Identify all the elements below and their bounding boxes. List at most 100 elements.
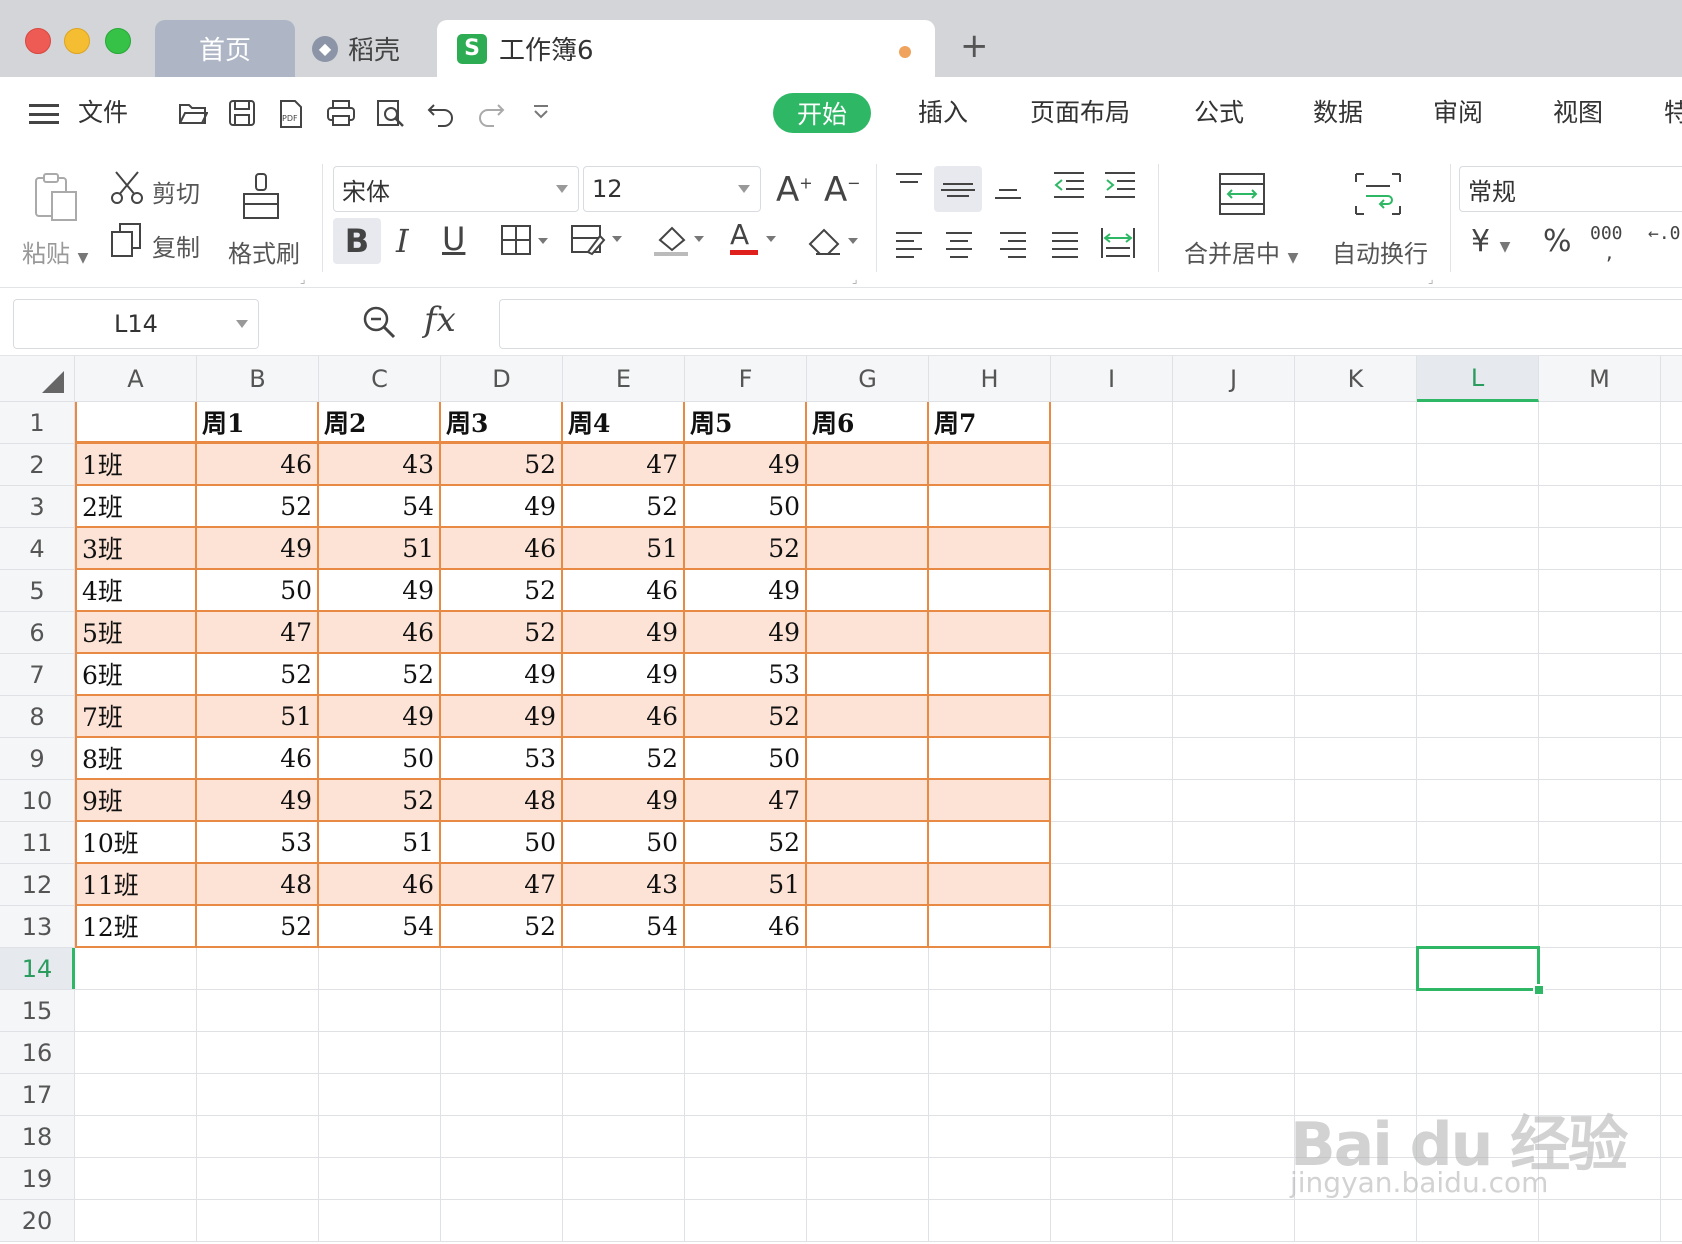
cell-c19[interactable] bbox=[319, 1158, 441, 1200]
row-header-9[interactable]: 9 bbox=[0, 738, 75, 780]
cell-n17[interactable] bbox=[1661, 1074, 1682, 1116]
cell-a1[interactable] bbox=[75, 402, 197, 444]
cell-n11[interactable] bbox=[1661, 822, 1682, 864]
cell-i7[interactable] bbox=[1051, 654, 1173, 696]
redo-icon[interactable] bbox=[474, 99, 508, 134]
distributed-align-icon[interactable] bbox=[1100, 226, 1136, 264]
cell-g10[interactable] bbox=[807, 780, 929, 822]
cell-g12[interactable] bbox=[807, 864, 929, 906]
align-right-icon[interactable] bbox=[998, 230, 1028, 264]
cell-h7[interactable] bbox=[929, 654, 1051, 696]
cell-f11[interactable]: 52 bbox=[685, 822, 807, 864]
cell-c2[interactable]: 43 bbox=[319, 444, 441, 486]
cell-n4[interactable] bbox=[1661, 528, 1682, 570]
paste-icon[interactable] bbox=[32, 172, 80, 226]
percent-button[interactable]: % bbox=[1543, 224, 1572, 259]
row-header-13[interactable]: 13 bbox=[0, 906, 75, 948]
cell-k16[interactable] bbox=[1295, 1032, 1417, 1074]
justify-icon[interactable] bbox=[1050, 230, 1080, 264]
cell-j8[interactable] bbox=[1173, 696, 1295, 738]
cell-g13[interactable] bbox=[807, 906, 929, 948]
cell-c17[interactable] bbox=[319, 1074, 441, 1116]
cell-b15[interactable] bbox=[197, 990, 319, 1032]
cell-e4[interactable]: 51 bbox=[563, 528, 685, 570]
cell-d16[interactable] bbox=[441, 1032, 563, 1074]
cell-f1[interactable]: 周5 bbox=[685, 402, 807, 444]
row-header-20[interactable]: 20 bbox=[0, 1200, 75, 1242]
cell-i8[interactable] bbox=[1051, 696, 1173, 738]
cell-j14[interactable] bbox=[1173, 948, 1295, 990]
cell-a3[interactable]: 2班 bbox=[75, 486, 197, 528]
cell-b17[interactable] bbox=[197, 1074, 319, 1116]
cell-d14[interactable] bbox=[441, 948, 563, 990]
row-header-17[interactable]: 17 bbox=[0, 1074, 75, 1116]
column-header-d[interactable]: D bbox=[441, 356, 563, 402]
cell-k7[interactable] bbox=[1295, 654, 1417, 696]
cell-f15[interactable] bbox=[685, 990, 807, 1032]
undo-icon[interactable] bbox=[424, 99, 458, 134]
cell-d11[interactable]: 50 bbox=[441, 822, 563, 864]
cell-i5[interactable] bbox=[1051, 570, 1173, 612]
cell-n19[interactable] bbox=[1661, 1158, 1682, 1200]
borders-icon[interactable] bbox=[500, 224, 554, 262]
clear-eraser-icon[interactable] bbox=[806, 224, 862, 262]
font-size-dropdown[interactable]: 12 bbox=[583, 166, 761, 212]
cell-i11[interactable] bbox=[1051, 822, 1173, 864]
cell-a9[interactable]: 8班 bbox=[75, 738, 197, 780]
cell-m4[interactable] bbox=[1539, 528, 1661, 570]
row-header-7[interactable]: 7 bbox=[0, 654, 75, 696]
row-header-11[interactable]: 11 bbox=[0, 822, 75, 864]
cell-i14[interactable] bbox=[1051, 948, 1173, 990]
cell-a20[interactable] bbox=[75, 1200, 197, 1242]
cell-a5[interactable]: 4班 bbox=[75, 570, 197, 612]
cell-l8[interactable] bbox=[1417, 696, 1539, 738]
cell-l13[interactable] bbox=[1417, 906, 1539, 948]
cell-k5[interactable] bbox=[1295, 570, 1417, 612]
cell-g3[interactable] bbox=[807, 486, 929, 528]
font-name-dropdown[interactable]: 宋体 bbox=[333, 166, 579, 212]
cell-j2[interactable] bbox=[1173, 444, 1295, 486]
cell-e17[interactable] bbox=[563, 1074, 685, 1116]
copy-button[interactable]: 复制 bbox=[152, 228, 200, 263]
cell-d8[interactable]: 49 bbox=[441, 696, 563, 738]
cell-j10[interactable] bbox=[1173, 780, 1295, 822]
cell-e19[interactable] bbox=[563, 1158, 685, 1200]
cell-a7[interactable]: 6班 bbox=[75, 654, 197, 696]
cell-h14[interactable] bbox=[929, 948, 1051, 990]
cell-g7[interactable] bbox=[807, 654, 929, 696]
cell-i15[interactable] bbox=[1051, 990, 1173, 1032]
cell-g4[interactable] bbox=[807, 528, 929, 570]
cell-f6[interactable]: 49 bbox=[685, 612, 807, 654]
cell-n14[interactable] bbox=[1661, 948, 1682, 990]
cell-g18[interactable] bbox=[807, 1116, 929, 1158]
tab-formulas[interactable]: 公式 bbox=[1194, 95, 1244, 131]
cell-f16[interactable] bbox=[685, 1032, 807, 1074]
cell-j16[interactable] bbox=[1173, 1032, 1295, 1074]
print-preview-icon[interactable] bbox=[374, 99, 408, 136]
cell-m16[interactable] bbox=[1539, 1032, 1661, 1074]
cell-f3[interactable]: 50 bbox=[685, 486, 807, 528]
cell-b6[interactable]: 47 bbox=[197, 612, 319, 654]
cell-l3[interactable] bbox=[1417, 486, 1539, 528]
cell-b10[interactable]: 49 bbox=[197, 780, 319, 822]
fill-color-icon[interactable] bbox=[652, 222, 708, 262]
tab-start[interactable]: 开始 bbox=[773, 93, 871, 133]
row-header-19[interactable]: 19 bbox=[0, 1158, 75, 1200]
select-all-corner[interactable] bbox=[0, 356, 75, 402]
column-header-i[interactable]: I bbox=[1051, 356, 1173, 402]
cell-n20[interactable] bbox=[1661, 1200, 1682, 1242]
number-format-dropdown[interactable]: 常规 bbox=[1459, 166, 1682, 212]
cell-c12[interactable]: 46 bbox=[319, 864, 441, 906]
cell-e9[interactable]: 52 bbox=[563, 738, 685, 780]
name-box[interactable]: L14 bbox=[13, 299, 259, 349]
cell-j17[interactable] bbox=[1173, 1074, 1295, 1116]
cell-c18[interactable] bbox=[319, 1116, 441, 1158]
cell-g14[interactable] bbox=[807, 948, 929, 990]
cell-i2[interactable] bbox=[1051, 444, 1173, 486]
cell-h16[interactable] bbox=[929, 1032, 1051, 1074]
cell-d2[interactable]: 52 bbox=[441, 444, 563, 486]
align-middle-button[interactable] bbox=[934, 166, 982, 212]
export-pdf-icon[interactable]: PDF bbox=[274, 99, 308, 136]
cell-n1[interactable] bbox=[1661, 402, 1682, 444]
cell-n5[interactable] bbox=[1661, 570, 1682, 612]
